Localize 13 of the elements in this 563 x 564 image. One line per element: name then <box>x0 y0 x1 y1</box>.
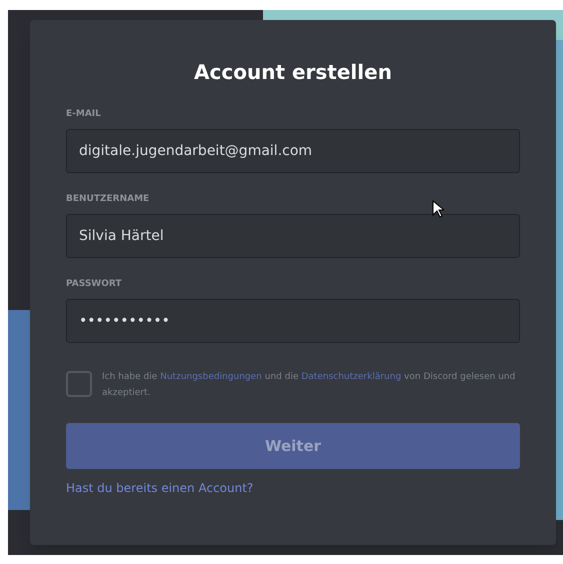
login-link[interactable]: Hast du bereits einen Account? <box>66 479 520 497</box>
agreement-link[interactable]: Datenschutzerklärung <box>301 372 402 382</box>
field-label: PASSWORT <box>66 278 123 290</box>
field-label: BENUTZERNAME <box>66 193 150 205</box>
input-field[interactable]: Silvia Härtel <box>66 214 520 258</box>
field-label: E-MAIL <box>66 108 102 120</box>
mouse-pointer-icon <box>432 200 444 218</box>
input-field[interactable]: digitale.jugendarbeit@gmail.com <box>66 129 520 173</box>
input-field[interactable]: ••••••••••• <box>66 299 520 343</box>
dialog-title: Account erstellen <box>193 59 393 86</box>
checkbox[interactable] <box>66 371 92 397</box>
agreement-text: Ich habe die Nutzungsbedingungen und die Datenschutzerklärung von Discord gelesen und akzeptiert. <box>102 371 516 400</box>
agreement-link[interactable]: Nutzungsbedingungen <box>160 372 262 382</box>
